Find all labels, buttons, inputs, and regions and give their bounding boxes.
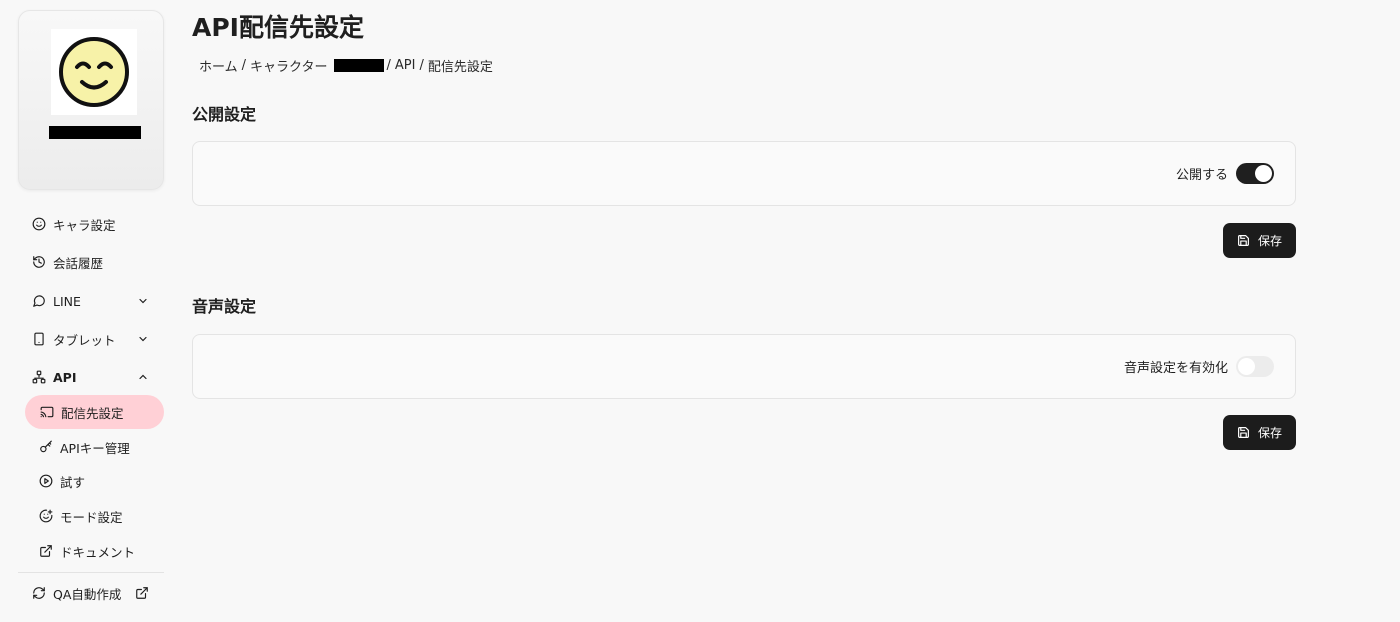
tablet-icon [32,332,46,346]
sidebar-divider [18,572,164,573]
sidebar-item-api[interactable]: API [25,360,164,394]
smiley-face-icon [59,37,129,107]
sidebar-subitem-destination-settings[interactable]: 配信先設定 [25,395,164,429]
sidebar-item-label: 会話履歴 [53,255,104,271]
sidebar-subitem-api-keys[interactable]: APIキー管理 [32,430,164,464]
sidebar-item-chara-settings[interactable]: キャラ設定 [25,207,164,241]
breadcrumb-current: 配信先設定 [427,60,493,75]
sidebar-subitem-label: モード設定 [60,509,123,525]
message-circle-icon [32,294,46,308]
redacted-character-name [333,59,384,72]
voice-section-title: 音声設定 [192,297,257,316]
sidebar-item-line[interactable]: LINE [25,284,164,318]
sidebar-subitem-try[interactable]: 試す [32,464,164,498]
chevron-down-icon[interactable] [137,333,149,345]
publish-section-title: 公開設定 [192,105,257,124]
sidebar-item-label: QA自動作成 [53,586,122,602]
avatar [51,29,137,115]
chevron-up-icon[interactable] [137,371,149,383]
save-icon [1238,427,1249,438]
sidebar-subitem-label: ドキュメント [60,544,136,560]
sidebar: キャラ設定 会話履歴 LINE タブレット API 配信先設定 APIキー管理 … [0,0,180,622]
sidebar-item-label: LINE [53,293,81,309]
refresh-icon [32,586,46,600]
sidebar-item-history[interactable]: 会話履歴 [25,245,164,279]
sidebar-item-qa-auto[interactable]: QA自動作成 [25,576,164,610]
sidebar-subitem-mode-settings[interactable]: モード設定 [32,499,164,533]
publish-toggle[interactable] [1236,163,1274,184]
sidebar-item-label: キャラ設定 [53,217,116,233]
publish-save-button[interactable]: 保存 [1223,223,1296,258]
breadcrumb-character[interactable]: キャラクター [250,56,327,75]
character-profile-card[interactable] [18,10,164,190]
breadcrumb-separator: / [419,58,424,73]
redacted-character-name [49,126,141,139]
voice-toggle-row: 音声設定を有効化 [1124,356,1274,377]
cast-icon [40,405,54,419]
save-button-label: 保存 [1257,426,1282,440]
toggle-knob [1255,165,1272,182]
play-circle-icon [39,474,53,488]
breadcrumb: ホーム / キャラクター / API / 配信先設定 [199,56,493,75]
save-icon [1238,235,1249,246]
publish-toggle-label: 公開する [1175,168,1228,183]
toggle-knob [1238,358,1255,375]
external-link-icon [39,544,53,558]
sidebar-subitem-docs[interactable]: ドキュメント [32,534,164,568]
smile-icon [32,217,46,231]
sidebar-item-label: API [53,369,77,385]
sidebar-item-label: タブレット [53,332,116,348]
breadcrumb-separator: / [386,58,391,73]
voice-settings-card: 音声設定を有効化 [192,334,1296,399]
publish-toggle-row: 公開する [1176,163,1274,184]
breadcrumb-separator: / [241,58,247,73]
voice-toggle-label: 音声設定を有効化 [1123,361,1228,376]
history-icon [32,255,46,269]
external-link-icon [136,587,148,599]
app-root: キャラ設定 会話履歴 LINE タブレット API 配信先設定 APIキー管理 … [0,0,1400,622]
voice-toggle[interactable] [1236,356,1274,377]
key-icon [39,440,53,454]
chevron-down-icon[interactable] [137,295,149,307]
network-icon [32,370,46,384]
sidebar-subitem-label: 試す [60,474,86,490]
smile-plus-icon [39,509,53,523]
breadcrumb-api[interactable]: API [395,58,416,73]
page-title: API配信先設定 [192,13,364,42]
publish-settings-card: 公開する [192,141,1296,206]
breadcrumb-home[interactable]: ホーム [199,56,238,75]
sidebar-item-tablet[interactable]: タブレット [25,322,164,356]
sidebar-subitem-label: APIキー管理 [60,440,130,456]
sidebar-subitem-label: 配信先設定 [61,405,124,421]
save-button-label: 保存 [1257,234,1282,248]
voice-save-button[interactable]: 保存 [1223,415,1296,450]
